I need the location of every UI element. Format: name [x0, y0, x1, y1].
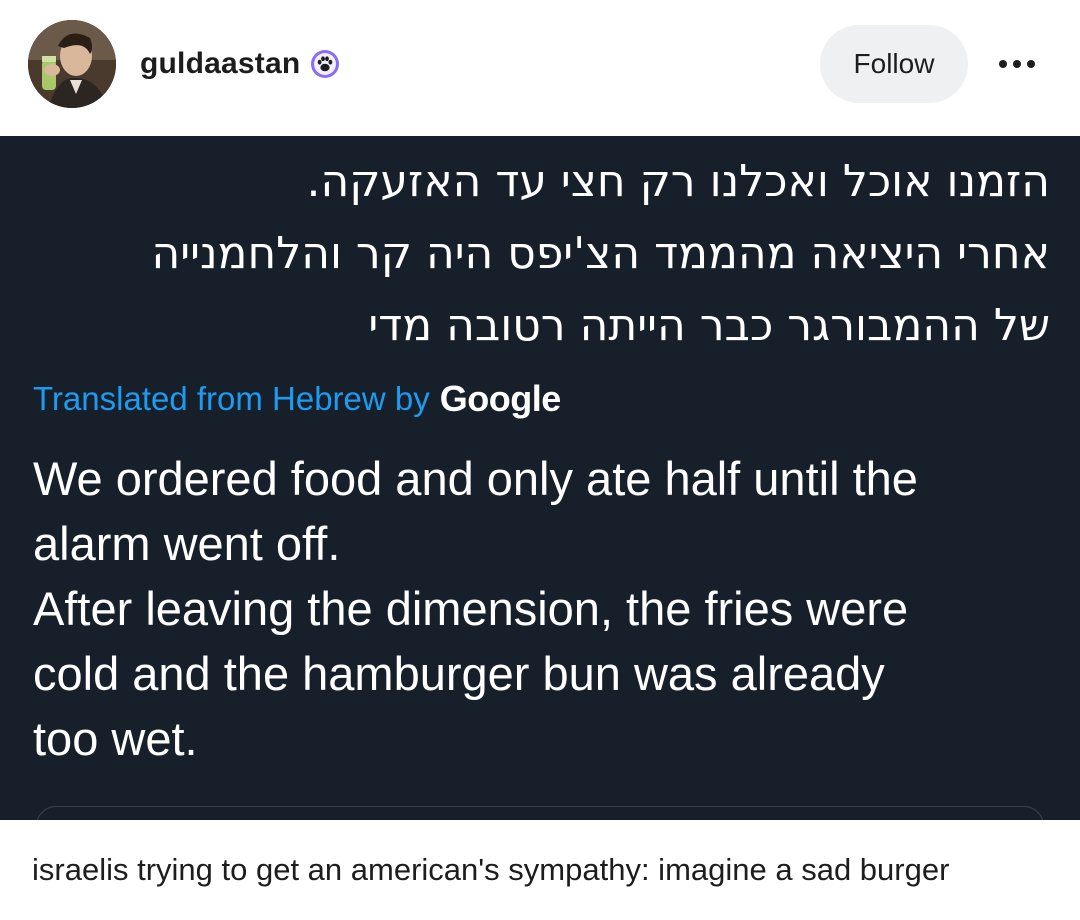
paw-badge-icon: [310, 49, 340, 79]
username-row: guldaastan: [140, 42, 340, 86]
tweet-screenshot: הזמנו אוכל ואכלנו רק חצי עד האזעקה. אחרי…: [0, 136, 1080, 820]
google-logo: Google: [439, 378, 562, 419]
translation-attribution: Translated from Hebrew by Google: [33, 374, 561, 424]
username[interactable]: guldaastan: [140, 47, 300, 81]
more-options-icon[interactable]: [988, 40, 1046, 88]
avatar-image: [28, 20, 116, 108]
follow-button[interactable]: Follow: [820, 25, 968, 103]
quoted-card-edge: [36, 806, 1044, 820]
post-header: guldaastan Follow: [0, 0, 1080, 136]
translated-tweet-text: We ordered food and only ate half until …: [33, 452, 918, 765]
post-caption: israelis trying to get an american's sym…: [32, 852, 950, 887]
translated-from-label[interactable]: Translated from Hebrew by: [33, 380, 430, 418]
avatar[interactable]: [28, 20, 116, 108]
hebrew-tweet-text: הזמנו אוכל ואכלנו רק חצי עד האזעקה. אחרי…: [151, 156, 1050, 351]
